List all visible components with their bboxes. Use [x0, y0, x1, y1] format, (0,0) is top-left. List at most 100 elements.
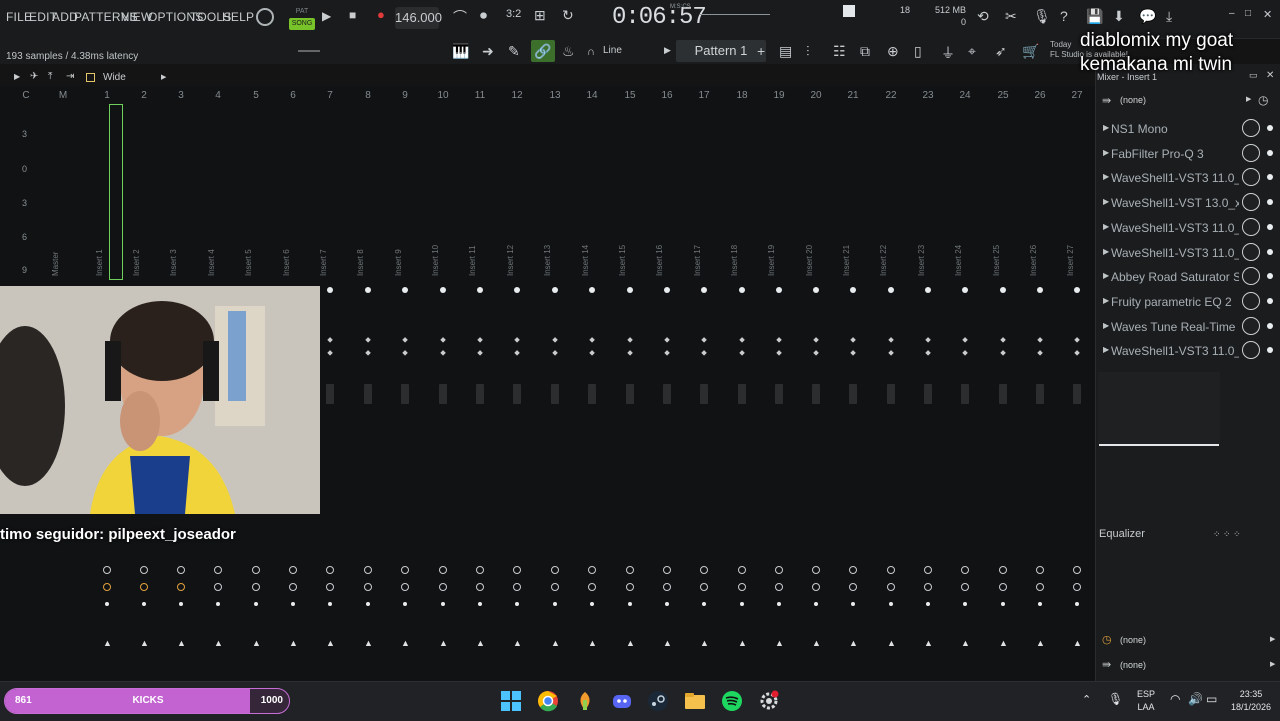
volume-fader[interactable] [551, 384, 559, 404]
send-knob[interactable] [364, 566, 372, 574]
discord-icon[interactable] [611, 690, 633, 712]
send-knob[interactable] [775, 566, 783, 574]
magnet-icon[interactable]: ∩ [587, 46, 595, 58]
touch-icon[interactable]: ⌖ [968, 43, 976, 60]
expand-arrow-icon[interactable]: ▶ [1103, 345, 1109, 354]
route-led[interactable] [740, 602, 744, 606]
route-arrow-icon[interactable]: ▲ [177, 638, 186, 648]
send-knob[interactable] [626, 566, 634, 574]
mute-led[interactable] [327, 287, 333, 293]
enable-led[interactable] [1267, 347, 1273, 354]
send-knob[interactable] [999, 566, 1007, 574]
send-knob[interactable] [1073, 566, 1081, 574]
route-knob[interactable] [289, 583, 297, 591]
mute-led[interactable] [888, 287, 894, 293]
volume-fader[interactable] [738, 384, 746, 404]
volume-fader[interactable] [364, 384, 372, 404]
enable-led[interactable] [1267, 199, 1273, 206]
volume-fader[interactable] [1073, 384, 1081, 404]
plugin-picker-icon[interactable]: ⊕ [887, 43, 899, 60]
stereo-separation-icon[interactable]: ⬥ [401, 336, 409, 344]
add-pattern-icon[interactable]: + [757, 43, 765, 59]
send-knob[interactable] [513, 566, 521, 574]
route-arrow-icon[interactable]: ▲ [887, 638, 896, 648]
input-slot[interactable]: ⇛ (none) ▶ ◷ [1098, 92, 1278, 110]
route-arrow-icon[interactable]: ▲ [588, 638, 597, 648]
swap-channels-icon[interactable]: ⬥ [700, 349, 708, 357]
send-knob[interactable] [812, 566, 820, 574]
tools-icon[interactable]: ✂ [1005, 8, 1017, 25]
send-knob[interactable] [663, 566, 671, 574]
draw-icon[interactable]: ✎ [508, 43, 520, 60]
effect-slot[interactable]: ▶ FabFilter Pro-Q 3 [1098, 143, 1278, 165]
mute-led[interactable] [402, 287, 408, 293]
mute-led[interactable] [514, 287, 520, 293]
route-arrow-icon[interactable]: ▲ [1036, 638, 1045, 648]
swap-channels-icon[interactable]: ⬥ [961, 349, 969, 357]
volume-fader[interactable] [1036, 384, 1044, 404]
swap-channels-icon[interactable]: ⬥ [401, 349, 409, 357]
stereo-separation-icon[interactable]: ⬥ [513, 336, 521, 344]
route-arrow-icon[interactable]: ▲ [364, 638, 373, 648]
swap-channels-icon[interactable]: ⬥ [887, 349, 895, 357]
tray-mic-icon[interactable]: 🎙 [1108, 693, 1123, 706]
volume-fader[interactable] [961, 384, 969, 404]
swap-channels-icon[interactable]: ⬥ [439, 349, 447, 357]
shop-icon[interactable]: 🛒 [1022, 43, 1039, 60]
enable-led[interactable] [1267, 174, 1273, 181]
route-knob[interactable] [775, 583, 783, 591]
route-led[interactable] [1038, 602, 1042, 606]
volume-fader[interactable] [476, 384, 484, 404]
mute-led[interactable] [962, 287, 968, 293]
chat-icon[interactable]: 💬 [1139, 8, 1156, 25]
route-led[interactable] [328, 602, 332, 606]
effect-slot[interactable]: ▶WaveShell1-VST3 11.0_x64 [1098, 167, 1278, 189]
panel-close-icon[interactable]: ✕ [1266, 70, 1274, 81]
volume-fader[interactable] [588, 384, 596, 404]
stereo-separation-icon[interactable]: ⬥ [1036, 336, 1044, 344]
volume-fader[interactable] [663, 384, 671, 404]
send-knob[interactable] [177, 566, 185, 574]
expand-arrow-icon[interactable]: ▶ [1103, 172, 1109, 181]
volume-fader[interactable] [513, 384, 521, 404]
route-knob[interactable] [700, 583, 708, 591]
expand-arrow-icon[interactable]: ▶ [1103, 247, 1109, 256]
send-knob[interactable] [401, 566, 409, 574]
stereo-separation-icon[interactable]: ⬥ [626, 336, 634, 344]
mute-led[interactable] [440, 287, 446, 293]
mix-knob[interactable] [1242, 119, 1260, 137]
volume-fader[interactable] [849, 384, 857, 404]
route-led[interactable] [963, 602, 967, 606]
route-knob[interactable] [849, 583, 857, 591]
stereo-separation-icon[interactable]: ⬥ [775, 336, 783, 344]
expand-arrow-icon[interactable]: ▶ [1103, 148, 1109, 157]
swap-channels-icon[interactable]: ⬥ [476, 349, 484, 357]
enable-led[interactable] [1267, 248, 1273, 255]
mute-led[interactable] [739, 287, 745, 293]
mute-led[interactable] [477, 287, 483, 293]
route-led[interactable] [553, 602, 557, 606]
route-led[interactable] [851, 602, 855, 606]
route-arrow-icon[interactable]: ▲ [924, 638, 933, 648]
send-knob[interactable] [326, 566, 334, 574]
stereo-separation-icon[interactable]: ⬥ [364, 336, 372, 344]
mute-led[interactable] [1037, 287, 1043, 293]
swap-channels-icon[interactable]: ⬥ [551, 349, 559, 357]
route-knob[interactable] [252, 583, 260, 591]
swap-channels-icon[interactable]: ⬥ [663, 349, 671, 357]
send-knob[interactable] [476, 566, 484, 574]
wifi-icon[interactable]: ◠ [1170, 693, 1180, 706]
send-knob[interactable] [551, 566, 559, 574]
send-knob[interactable] [214, 566, 222, 574]
mute-led[interactable] [627, 287, 633, 293]
plug-icon[interactable]: ⏚ [941, 43, 955, 63]
route-arrow-icon[interactable]: ▲ [551, 638, 560, 648]
route-led[interactable] [403, 602, 407, 606]
route-arrow-icon[interactable]: ▲ [626, 638, 635, 648]
mix-knob[interactable] [1242, 267, 1260, 286]
snap-mode[interactable]: Line [603, 45, 622, 56]
tray-overflow-icon[interactable]: ⌃ [1082, 694, 1091, 707]
route-knob[interactable] [326, 583, 334, 591]
route-led[interactable] [179, 602, 183, 606]
route-knob[interactable] [663, 583, 671, 591]
